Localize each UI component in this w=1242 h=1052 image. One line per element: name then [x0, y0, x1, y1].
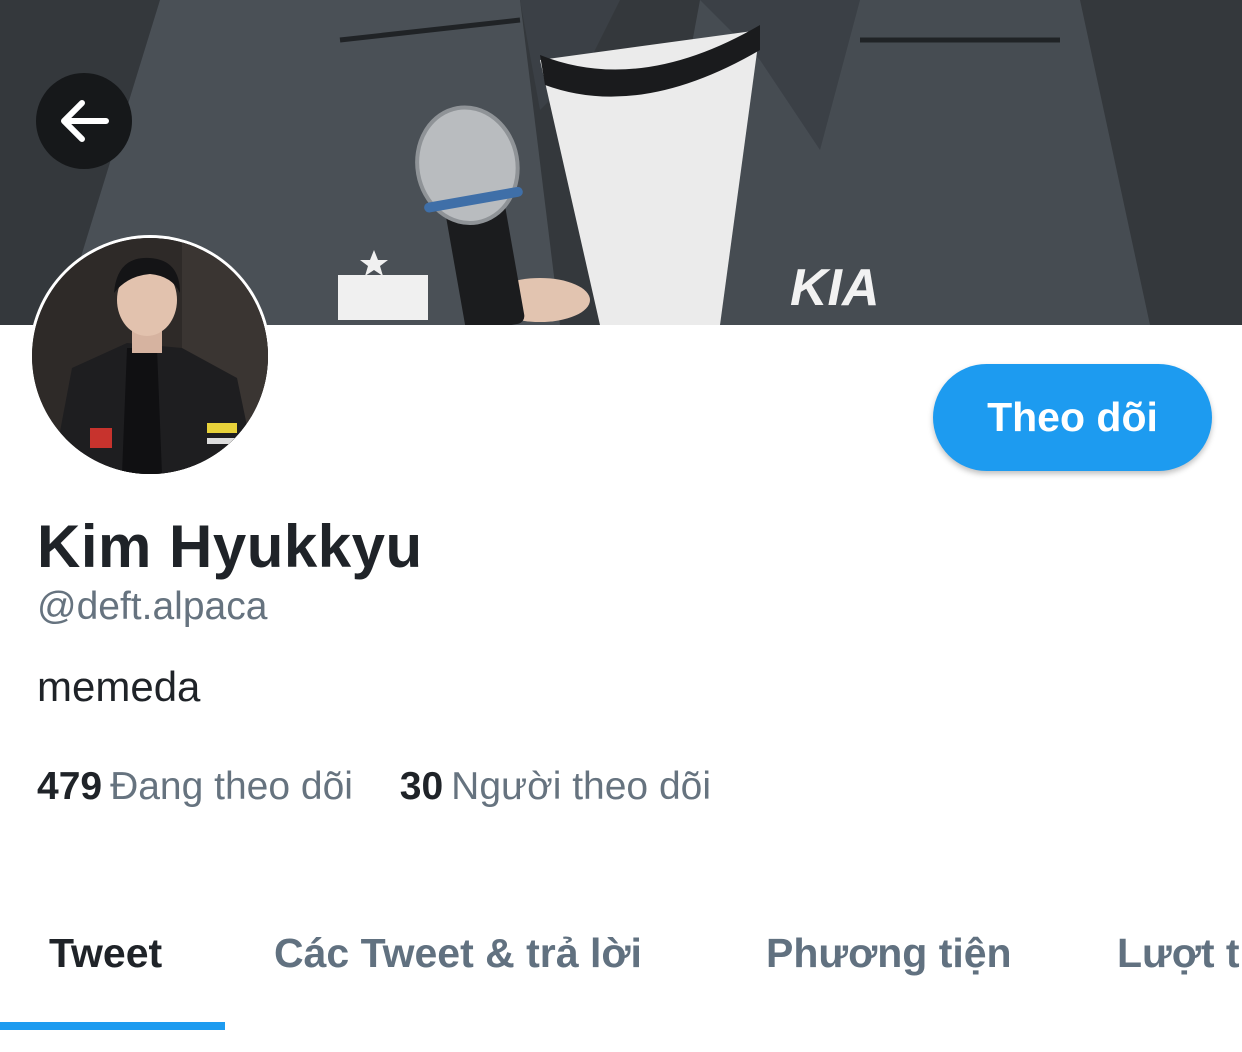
avatar[interactable]	[29, 235, 271, 477]
back-button[interactable]	[36, 73, 132, 169]
user-handle: @deft.alpaca	[37, 585, 268, 628]
followers-count: 30	[399, 765, 444, 808]
avatar-photo	[32, 238, 268, 474]
follow-stats: 479 Đang theo dõi 30 Người theo dõi	[37, 765, 747, 809]
profile-tabs: Tweet Các Tweet & trả lời Phương tiện Lư…	[0, 900, 1242, 1030]
tab-likes[interactable]: Lượt t	[1117, 930, 1240, 977]
followers-label: Người theo dõi	[451, 765, 711, 808]
arrow-left-icon	[61, 100, 109, 142]
tab-tweets-and-replies[interactable]: Các Tweet & trả lời	[274, 930, 642, 977]
svg-text:KIA: KIA	[790, 259, 880, 317]
follow-button[interactable]: Theo dõi	[933, 364, 1212, 471]
following-stat[interactable]: 479 Đang theo dõi	[37, 765, 353, 809]
active-tab-indicator	[0, 1022, 225, 1030]
display-name: Kim Hyukkyu	[37, 513, 423, 580]
tab-media[interactable]: Phương tiện	[766, 930, 1012, 977]
following-count: 479	[37, 765, 103, 808]
profile-page: KIA Theo dõi Kim Hyukkyu @deft.alpaca me…	[0, 0, 1242, 1052]
bio-text: memeda	[37, 663, 201, 710]
followers-stat[interactable]: 30 Người theo dõi	[400, 765, 711, 809]
following-label: Đang theo dõi	[110, 765, 353, 808]
tab-tweets[interactable]: Tweet	[49, 930, 162, 977]
